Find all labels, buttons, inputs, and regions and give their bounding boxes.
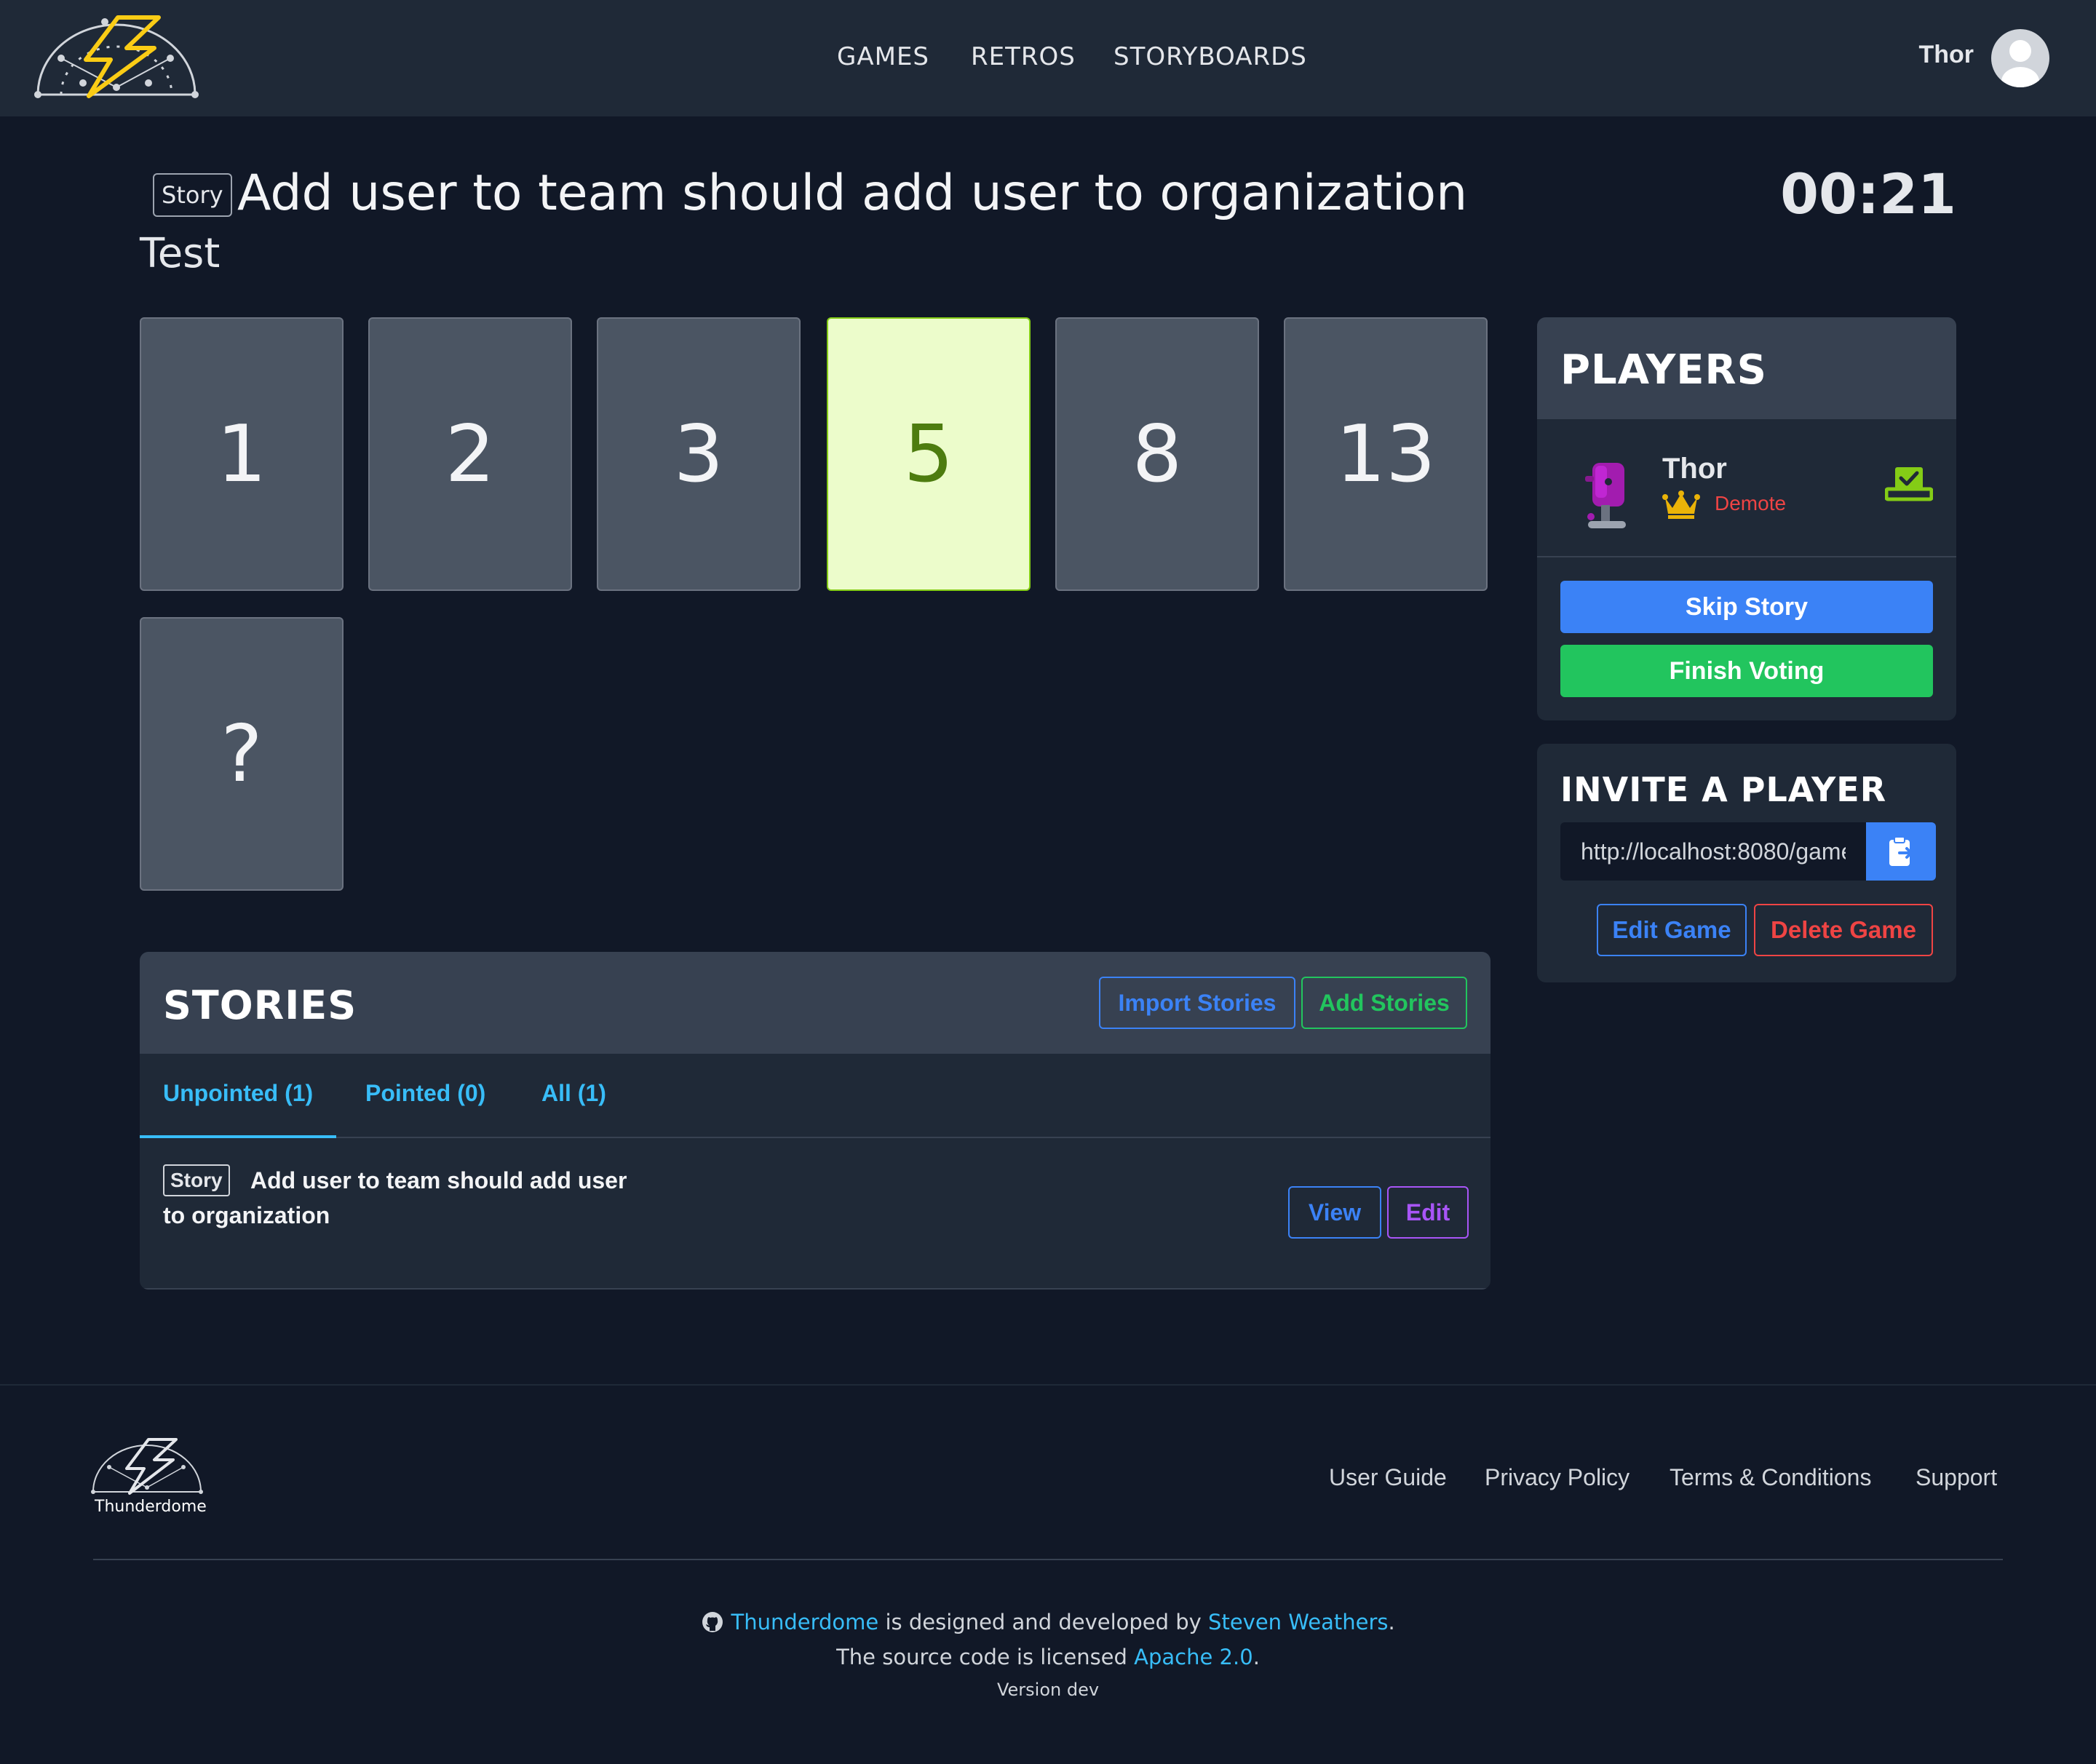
version-text: Version dev	[996, 1680, 1100, 1700]
top-nav: GAMES RETROS STORYBOARDS Thor	[0, 0, 2096, 116]
point-card-unsure[interactable]: ?	[140, 617, 344, 891]
nav-retros[interactable]: RETROS	[971, 42, 1076, 71]
footer-brand: Thunderdome	[95, 1498, 207, 1516]
footer-divider	[93, 1559, 2003, 1560]
license-end: .	[1253, 1645, 1260, 1669]
credit-end: .	[1388, 1610, 1395, 1634]
point-card-5-selected[interactable]: 5	[827, 317, 1031, 591]
stories-header: STORIES Import Stories Add Stories	[140, 952, 1490, 1054]
author-link[interactable]: Steven Weathers	[1208, 1610, 1388, 1634]
stories-panel: STORIES Import Stories Add Stories Unpoi…	[140, 952, 1490, 1290]
view-story-button[interactable]: View	[1288, 1186, 1381, 1239]
tab-all[interactable]: All (1)	[541, 1080, 606, 1107]
vote-complete-icon	[1884, 467, 1934, 502]
footer-support[interactable]: Support	[1916, 1464, 1997, 1491]
player-name: Thor	[1662, 453, 1727, 485]
players-divider	[1537, 556, 1956, 557]
license-link[interactable]: Apache 2.0	[1134, 1645, 1253, 1669]
footer-privacy-policy[interactable]: Privacy Policy	[1485, 1464, 1629, 1491]
add-stories-button[interactable]: Add Stories	[1301, 977, 1467, 1029]
finish-voting-button[interactable]: Finish Voting	[1560, 645, 1933, 697]
game-name: Test	[140, 230, 221, 277]
demote-link[interactable]: Demote	[1715, 492, 1786, 515]
point-card-1[interactable]: 1	[140, 317, 344, 591]
nav-games[interactable]: GAMES	[837, 42, 929, 71]
credit-text: is designed and developed by	[878, 1610, 1209, 1634]
nav-user-name[interactable]: Thor	[1918, 41, 1974, 69]
voting-timer: 00:21	[1780, 162, 1956, 226]
clipboard-icon	[1886, 835, 1916, 867]
story-type-badge: Story	[153, 173, 232, 217]
copy-link-button[interactable]	[1866, 822, 1936, 881]
point-card-3[interactable]: 3	[597, 317, 801, 591]
point-card-13[interactable]: 13	[1284, 317, 1488, 591]
thunderdome-link[interactable]: Thunderdome	[731, 1610, 879, 1634]
active-tab-indicator	[140, 1135, 336, 1138]
credit-line: Thunderdome is designed and developed by…	[0, 1610, 2096, 1634]
thunderdome-logo[interactable]	[32, 15, 201, 100]
footer-terms[interactable]: Terms & Conditions	[1670, 1464, 1871, 1491]
footer-logo-icon	[90, 1438, 204, 1496]
footer-user-guide[interactable]: User Guide	[1329, 1464, 1447, 1491]
stories-bottom-border	[140, 1288, 1490, 1290]
player-avatar-icon	[1579, 460, 1635, 533]
invite-link-input[interactable]	[1560, 822, 1866, 881]
point-card-2[interactable]: 2	[368, 317, 572, 591]
edit-game-button[interactable]: Edit Game	[1597, 904, 1747, 956]
skip-story-button[interactable]: Skip Story	[1560, 581, 1933, 633]
invite-title: INVITE A PLAYER	[1560, 770, 1887, 809]
license-line: The source code is licensed Apache 2.0.	[0, 1645, 2096, 1669]
players-panel: PLAYERS Thor Demote Skip Story Finish Vo…	[1537, 317, 1956, 720]
github-icon	[701, 1610, 724, 1634]
tabs-divider	[140, 1137, 1490, 1138]
players-header: PLAYERS	[1537, 317, 1956, 419]
nav-storyboards[interactable]: STORYBOARDS	[1114, 42, 1307, 71]
delete-game-button[interactable]: Delete Game	[1754, 904, 1933, 956]
import-stories-button[interactable]: Import Stories	[1099, 977, 1295, 1029]
active-story-title: Add user to team should add user to orga…	[237, 164, 1468, 222]
stories-title: STORIES	[163, 982, 357, 1028]
edit-story-button[interactable]: Edit	[1387, 1186, 1469, 1239]
tab-unpointed[interactable]: Unpointed (1)	[163, 1080, 313, 1107]
footer-top-border	[0, 1384, 2096, 1386]
invite-panel: INVITE A PLAYER Edit Game Delete Game	[1537, 744, 1956, 982]
license-text: The source code is licensed	[836, 1645, 1135, 1669]
tab-pointed[interactable]: Pointed (0)	[365, 1080, 485, 1107]
story-item-title: Add user to team should add user to orga…	[163, 1167, 627, 1228]
players-title: PLAYERS	[1560, 346, 1767, 394]
crown-icon	[1662, 490, 1700, 520]
point-card-8[interactable]: 8	[1055, 317, 1259, 591]
story-item-badge: Story	[163, 1164, 230, 1196]
user-avatar-icon[interactable]	[1991, 29, 2049, 87]
